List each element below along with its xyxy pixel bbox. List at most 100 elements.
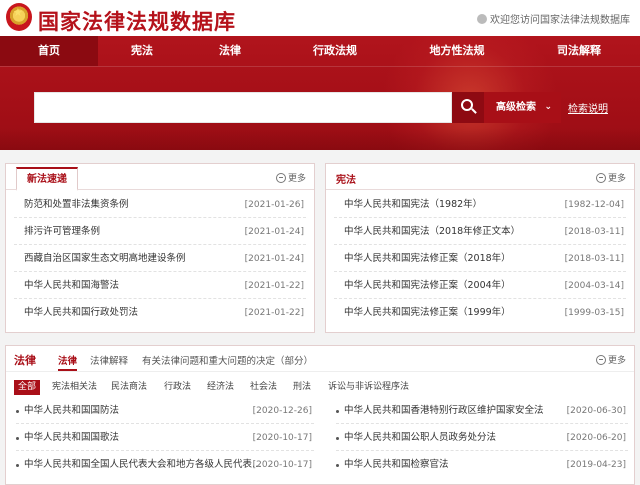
panel-header: 宪法 更多 — [326, 164, 634, 190]
search-button[interactable] — [452, 92, 484, 123]
tab-decisions[interactable]: 有关法律问题和重大问题的决定（部分） — [142, 353, 313, 367]
item-date: [2020-10-17] — [252, 460, 312, 470]
hero-banner: 首页 宪法 法律 行政法规 地方性法规 司法解释 高级检索 ⌄ 检索说明 — [0, 36, 640, 150]
info-icon — [477, 14, 487, 24]
nav-divider — [0, 66, 640, 67]
welcome-text: 欢迎您访问国家法律法规数据库 — [477, 11, 630, 26]
item-title: 排污许可管理条例 — [24, 226, 101, 237]
table-row[interactable]: 中华人民共和国检察官法 [2019-04-23] — [336, 452, 628, 478]
item-title: 中华人民共和国行政处罚法 — [24, 307, 139, 318]
table-row[interactable]: 中华人民共和国公职人员政务处分法 [2020-06-20] — [336, 425, 628, 451]
more-icon — [275, 173, 286, 183]
hero-stripe-decoration — [0, 128, 640, 150]
search-input[interactable] — [34, 92, 452, 123]
item-date: [2021-01-22] — [244, 308, 304, 318]
item-title: 中华人民共和国宪法修正案（1999年） — [344, 307, 511, 318]
nav-item-laws[interactable]: 法律 — [186, 36, 274, 66]
item-title: 中华人民共和国全国人民代表大会和地方各级人民代表… — [24, 459, 262, 470]
item-title: 中华人民共和国检察官法 — [344, 459, 449, 470]
item-date: [2020-06-20] — [566, 433, 626, 443]
list-item[interactable]: 中华人民共和国宪法修正案（1999年） [1999-03-15] — [334, 300, 626, 326]
bullet-icon — [16, 437, 19, 440]
item-date: [2021-01-22] — [244, 281, 304, 291]
item-date: [2021-01-26] — [244, 200, 304, 210]
advanced-search-dropdown[interactable]: 高级检索 ⌄ — [484, 92, 561, 123]
item-title: 中华人民共和国宪法（1982年） — [344, 199, 483, 210]
list-item[interactable]: 中华人民共和国宪法修正案（2004年） [2004-03-14] — [334, 273, 626, 299]
list-item[interactable]: 排污许可管理条例 [2021-01-24] — [14, 219, 306, 245]
item-title: 中华人民共和国香港特别行政区维护国家安全法 — [344, 405, 544, 416]
laws-title: 法律 — [14, 354, 36, 367]
more-icon — [595, 173, 606, 183]
item-date: [2021-01-24] — [244, 254, 304, 264]
new-laws-tab[interactable]: 新法速递 — [16, 167, 78, 191]
list-item[interactable]: 防范和处置非法集资条例 [2021-01-26] — [14, 192, 306, 218]
panel-header: 新法速递 更多 — [6, 164, 314, 191]
tab-law-interpretations[interactable]: 法律解释 — [90, 353, 128, 367]
item-title: 中华人民共和国宪法修正案（2004年） — [344, 280, 511, 291]
item-date: [1982-12-04] — [564, 200, 624, 210]
item-title: 中华人民共和国海警法 — [24, 280, 120, 291]
list-item[interactable]: 中华人民共和国海警法 [2021-01-22] — [14, 273, 306, 299]
filter-civil-commercial[interactable]: 民法商法 — [111, 380, 147, 395]
item-title: 西藏自治区国家生态文明高地建设条例 — [24, 253, 186, 264]
nav-item-admin-regulations[interactable]: 行政法规 — [274, 36, 396, 66]
list-item[interactable]: 中华人民共和国行政处罚法 [2021-01-22] — [14, 300, 306, 326]
item-title: 中华人民共和国国歌法 — [24, 432, 120, 443]
search-icon-handle — [471, 108, 477, 114]
top-bar: ★ 国家法律法规数据库 欢迎您访问国家法律法规数据库 — [0, 0, 640, 36]
item-date: [2020-06-30] — [566, 406, 626, 416]
filter-constitution-related[interactable]: 宪法相关法 — [52, 380, 97, 395]
national-emblem-logo: ★ — [6, 3, 32, 31]
item-title: 防范和处置非法集资条例 — [24, 199, 129, 210]
bullet-icon — [336, 464, 339, 467]
filter-criminal[interactable]: 刑法 — [293, 380, 311, 395]
tab-laws[interactable]: 法律 — [58, 353, 78, 371]
more-icon — [595, 355, 606, 365]
bullet-icon — [16, 464, 19, 467]
advanced-search-label: 高级检索 — [496, 102, 536, 113]
welcome-label: 欢迎您访问国家法律法规数据库 — [490, 15, 630, 26]
new-laws-panel: 新法速递 更多 防范和处置非法集资条例 [2021-01-26] 排污许可管理条例… — [5, 163, 315, 333]
item-title: 中华人民共和国宪法修正案（2018年） — [344, 253, 511, 264]
item-date: [2020-12-26] — [252, 406, 312, 416]
item-title: 中华人民共和国国防法 — [24, 405, 120, 416]
item-title: 中华人民共和国宪法（2018年修正文本） — [344, 226, 521, 237]
laws-panel-header: 法律 法律 法律解释 有关法律问题和重大问题的决定（部分） 更多 — [6, 346, 634, 372]
filter-all[interactable]: 全部 — [14, 380, 41, 395]
list-item[interactable]: 西藏自治区国家生态文明高地建设条例 [2021-01-24] — [14, 246, 306, 272]
item-date: [2004-03-14] — [564, 281, 624, 291]
table-row[interactable]: 中华人民共和国国歌法 [2020-10-17] — [16, 425, 314, 451]
laws-more-link[interactable]: 更多 — [595, 353, 626, 366]
item-date: [2020-10-17] — [252, 433, 312, 443]
item-date: [1999-03-15] — [564, 308, 624, 318]
chevron-down-icon: ⌄ — [544, 102, 552, 112]
nav-item-constitution[interactable]: 宪法 — [98, 36, 186, 66]
table-row[interactable]: 中华人民共和国国防法 [2020-12-26] — [16, 398, 314, 424]
list-item[interactable]: 中华人民共和国宪法（2018年修正文本） [2018-03-11] — [334, 219, 626, 245]
nav-item-judicial-interpretations[interactable]: 司法解释 — [518, 36, 640, 66]
table-row[interactable]: 中华人民共和国全国人民代表大会和地方各级人民代表… [2020-10-17] — [16, 452, 314, 478]
nav-item-local-regulations[interactable]: 地方性法规 — [396, 36, 518, 66]
site-title[interactable]: 国家法律法规数据库 — [38, 6, 236, 36]
item-date: [2018-03-11] — [564, 254, 624, 264]
constitution-panel: 宪法 更多 中华人民共和国宪法（1982年） [1982-12-04] 中华人民共… — [325, 163, 635, 333]
list-item[interactable]: 中华人民共和国宪法修正案（2018年） [2018-03-11] — [334, 246, 626, 272]
filter-economic[interactable]: 经济法 — [207, 380, 234, 395]
new-laws-more-link[interactable]: 更多 — [275, 171, 306, 184]
item-date: [2019-04-23] — [566, 460, 626, 470]
nav-item-home[interactable]: 首页 — [0, 36, 98, 66]
more-label: 更多 — [287, 174, 306, 184]
more-label: 更多 — [607, 174, 626, 184]
bullet-icon — [336, 410, 339, 413]
filter-litigation[interactable]: 诉讼与非诉讼程序法 — [328, 380, 409, 395]
search-help-link[interactable]: 检索说明 — [568, 100, 608, 115]
constitution-more-link[interactable]: 更多 — [595, 171, 626, 184]
filter-administrative[interactable]: 行政法 — [164, 380, 191, 395]
table-row[interactable]: 中华人民共和国香港特别行政区维护国家安全法 [2020-06-30] — [336, 398, 628, 424]
item-title: 中华人民共和国公职人员政务处分法 — [344, 432, 497, 443]
list-item[interactable]: 中华人民共和国宪法（1982年） [1982-12-04] — [334, 192, 626, 218]
item-date: [2018-03-11] — [564, 227, 624, 237]
filter-social[interactable]: 社会法 — [250, 380, 277, 395]
constitution-title[interactable]: 宪法 — [336, 171, 356, 186]
